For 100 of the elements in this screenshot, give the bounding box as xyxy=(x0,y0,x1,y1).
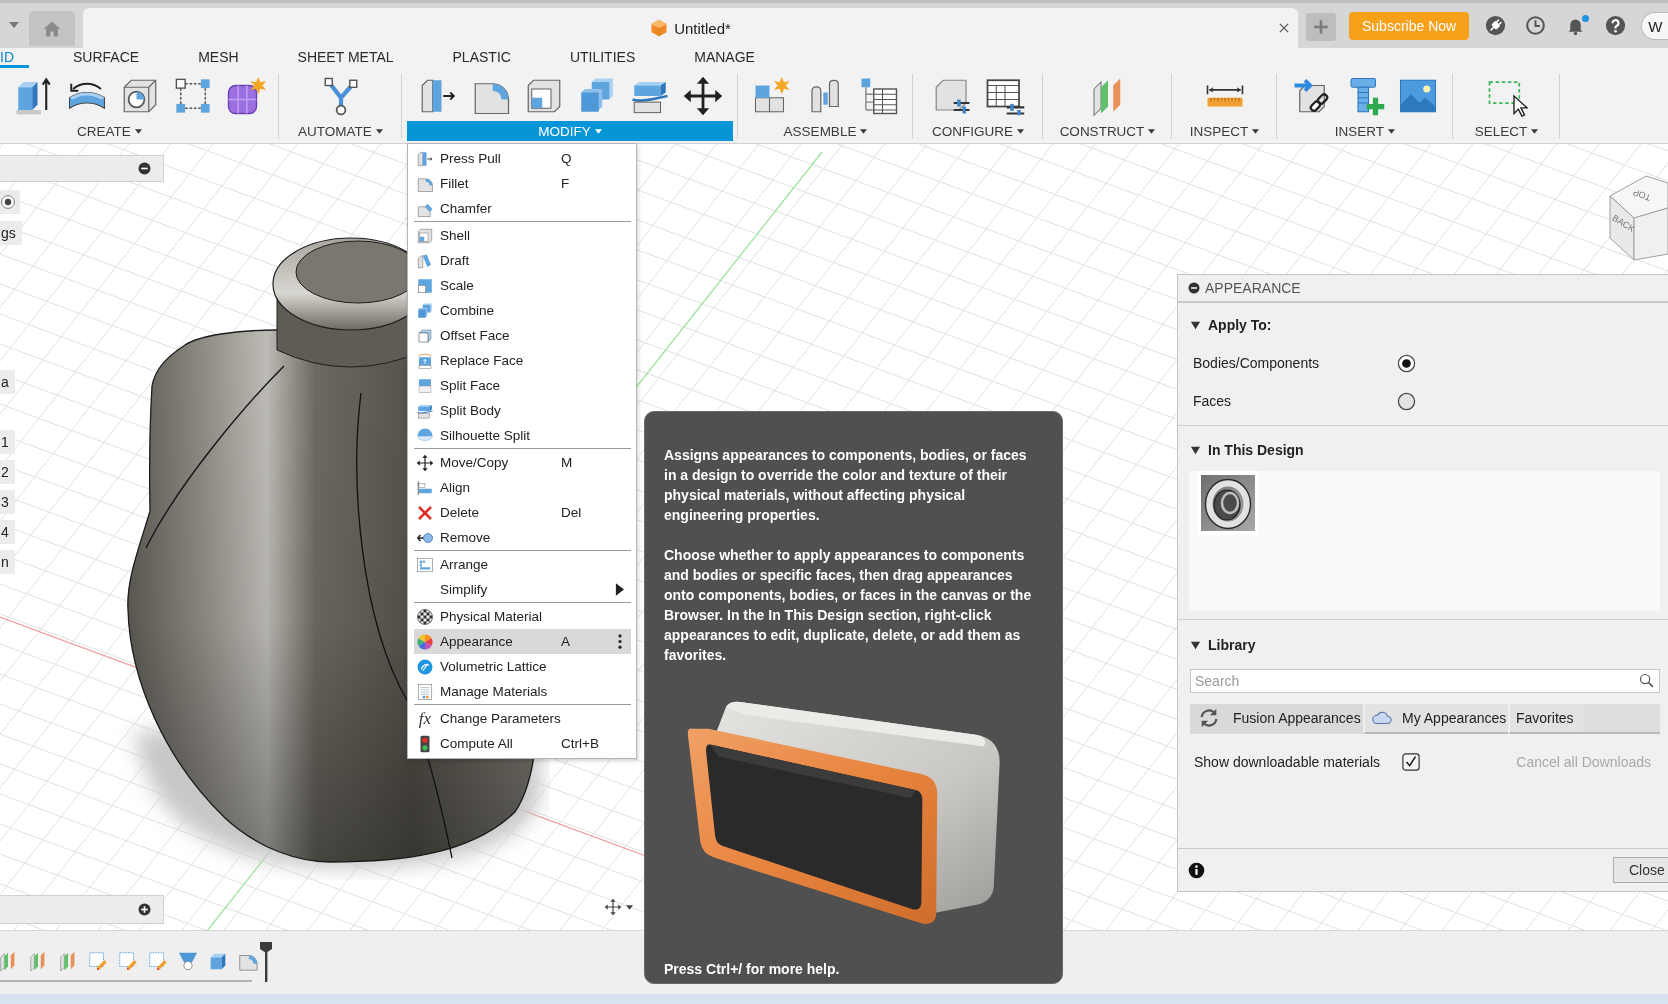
menu-item[interactable]: Replace Face xyxy=(414,348,631,373)
ribbon-tab[interactable]: PLASTIC xyxy=(437,48,526,68)
browser-header[interactable] xyxy=(0,155,164,182)
expand-icon[interactable] xyxy=(138,903,151,916)
browser-item[interactable]: gs xyxy=(0,221,22,245)
search-icon[interactable] xyxy=(1638,672,1655,689)
menu-item[interactable]: Scale xyxy=(414,273,631,298)
shortcut-label: M xyxy=(561,455,573,470)
section-header[interactable]: Library xyxy=(1178,630,1256,660)
library-tab[interactable]: Fusion Appearances xyxy=(1190,704,1363,734)
browser-item[interactable]: 4 xyxy=(0,520,15,544)
move-icon[interactable] xyxy=(681,75,724,117)
ribbon-tab[interactable]: SHEET METAL xyxy=(282,48,409,68)
menu-item[interactable]: Delete Del xyxy=(414,500,631,525)
shell-icon xyxy=(416,226,434,245)
group-menu-button[interactable]: ASSEMBLE xyxy=(779,121,872,141)
menu-item[interactable]: Simplify xyxy=(414,577,631,602)
menu-item[interactable]: Press Pull Q xyxy=(414,146,631,171)
menu-item[interactable]: Physical Material xyxy=(414,604,631,629)
group-menu-button[interactable]: INSPECT xyxy=(1185,121,1264,141)
align-icon xyxy=(416,478,434,497)
tooltip-text: Assigns appearances to components, bodies, or faces in a design to override the color and texture of their physical materials, without affecting physical engineering properties. xyxy=(664,446,1028,525)
close-button[interactable]: Close xyxy=(1613,857,1668,883)
document-tab[interactable]: Untitled* xyxy=(83,8,1298,48)
ribbon-tab[interactable]: UTILITIES xyxy=(554,48,651,68)
caret-icon xyxy=(1252,128,1260,134)
option-label: Faces xyxy=(1193,393,1233,409)
ribbon-tab[interactable]: MESH xyxy=(183,48,254,68)
fx-icon: fx xyxy=(418,709,432,728)
caret-icon xyxy=(594,128,602,134)
scale-icon xyxy=(416,276,434,295)
section-header[interactable]: In This Design xyxy=(1178,435,1304,465)
search-field[interactable]: Search xyxy=(1190,669,1660,693)
ribbon-tab[interactable]: ID xyxy=(0,48,29,68)
browser-item[interactable]: a xyxy=(0,370,15,394)
ribbon-tab[interactable]: SURFACE xyxy=(58,48,155,68)
menu-item[interactable]: Compute All Ctrl+B xyxy=(414,731,631,756)
menu-item[interactable]: Volumetric Lattice xyxy=(414,654,631,679)
menu-item[interactable]: Split Face xyxy=(414,373,631,398)
funnel-feature-icon[interactable] xyxy=(177,950,199,972)
more-options-icon[interactable] xyxy=(618,634,622,649)
menu-item[interactable]: Split Body xyxy=(414,398,631,423)
group-menu-button[interactable]: CONFIGURE xyxy=(928,121,1028,141)
browser-item[interactable]: n xyxy=(0,550,15,574)
cube-face-label[interactable]: TOP xyxy=(1631,187,1653,203)
library-tab[interactable]: Favorites xyxy=(1508,704,1583,734)
menu-item[interactable]: Offset Face xyxy=(414,323,631,348)
split-face-icon xyxy=(416,376,434,395)
group-menu-button[interactable]: CONSTRUCT xyxy=(1055,121,1160,141)
menu-item[interactable]: Remove xyxy=(414,525,631,550)
caret-icon[interactable] xyxy=(626,904,633,910)
pan-tool-icon[interactable] xyxy=(604,898,622,916)
radio-button[interactable] xyxy=(1397,353,1416,373)
library-tab[interactable]: My Appearances xyxy=(1363,704,1508,734)
menu-item[interactable]: Combine xyxy=(414,298,631,323)
shortcut-label: A xyxy=(561,634,570,649)
menu-item[interactable]: fx Change Parameters xyxy=(414,706,631,731)
checkbox[interactable] xyxy=(1402,753,1420,771)
browser-item[interactable]: 1 xyxy=(0,430,15,454)
group-menu-button[interactable]: CREATE xyxy=(73,121,146,141)
shortcut-label: F xyxy=(561,176,570,191)
refresh-icon xyxy=(1198,707,1220,729)
checkbox-label: Show downloadable materials xyxy=(1194,754,1381,770)
menu-item[interactable]: Move/Copy M xyxy=(414,450,631,475)
menu-item[interactable]: Arrange xyxy=(414,552,631,577)
caret-icon xyxy=(860,128,868,134)
menu-item[interactable]: Chamfer xyxy=(414,196,631,221)
clock-icon[interactable] xyxy=(1525,15,1547,36)
menu-item[interactable]: Appearance A xyxy=(414,629,631,654)
menu-item[interactable]: Manage Materials xyxy=(414,679,631,704)
menu-item[interactable]: Fillet F xyxy=(414,171,631,196)
group-menu-button[interactable]: INSERT xyxy=(1330,121,1400,141)
group-menu-button[interactable]: SELECT xyxy=(1470,121,1543,141)
replace-face-icon xyxy=(416,351,434,370)
shortcut-label: Q xyxy=(561,151,572,166)
ring-swatch-icon[interactable] xyxy=(1197,471,1259,535)
ribbon-tab[interactable]: MANAGE xyxy=(679,48,770,68)
help-icon[interactable] xyxy=(1605,15,1627,36)
draft-icon xyxy=(416,251,434,270)
delete-icon xyxy=(416,503,434,522)
radio-button[interactable] xyxy=(1397,391,1416,411)
option-label: Bodies/Components xyxy=(1193,355,1321,371)
menu-item[interactable]: Silhouette Split xyxy=(414,423,631,448)
menu-item[interactable]: Align xyxy=(414,475,631,500)
group-menu-button[interactable]: AUTOMATE xyxy=(294,121,387,141)
move-icon xyxy=(416,453,434,472)
menu-item[interactable]: Draft xyxy=(414,248,631,273)
plug-icon[interactable] xyxy=(1485,15,1507,36)
timeline-marker-icon[interactable] xyxy=(259,942,273,982)
collapse-icon[interactable] xyxy=(1188,282,1200,294)
close-icon[interactable] xyxy=(1277,21,1291,35)
form-icon[interactable] xyxy=(225,75,267,117)
browser-item[interactable]: 3 xyxy=(0,490,15,514)
user-avatar[interactable]: W xyxy=(1641,12,1668,40)
info-icon[interactable] xyxy=(1188,861,1205,879)
collapse-icon[interactable] xyxy=(138,162,151,175)
browser-item[interactable]: 2 xyxy=(0,460,15,484)
menu-item[interactable]: Shell xyxy=(414,223,631,248)
caret-icon xyxy=(1531,128,1539,134)
section-header[interactable]: Apply To: xyxy=(1178,310,1272,340)
